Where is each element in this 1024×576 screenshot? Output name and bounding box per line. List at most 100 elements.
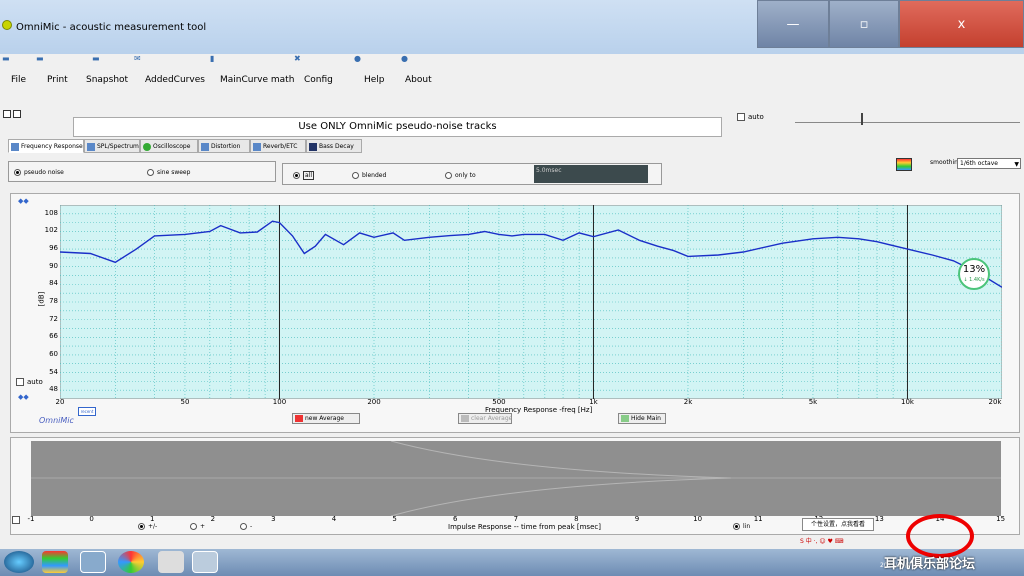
delay-field[interactable]: 5.0msec	[534, 165, 648, 183]
menu-maincurve-math[interactable]: MainCurve math	[220, 75, 294, 85]
clear-icon	[461, 415, 469, 422]
smoothing-select[interactable]: 1/6th octave ▼	[957, 158, 1021, 169]
radio-only-to[interactable]: only to	[445, 172, 476, 179]
x-tick-label: 1k	[589, 398, 598, 406]
scroll-arrows-icon[interactable]: ◆◆	[18, 393, 29, 401]
frequency-chart-svg[interactable]	[60, 205, 1002, 399]
impulse-tick-label: 0	[89, 515, 94, 523]
media-player-icon[interactable]	[42, 551, 68, 573]
menu-file[interactable]: File	[11, 75, 26, 85]
menu-addedcurves[interactable]: AddedCurves	[145, 75, 205, 85]
reverb-icon	[253, 143, 261, 151]
y-tick-label: 66	[49, 332, 58, 341]
impulse-tick-label: 8	[574, 515, 579, 523]
x-tick-label: 50	[180, 398, 190, 406]
help-icon[interactable]: ●	[354, 54, 361, 63]
radio-minus[interactable]: -	[240, 523, 252, 530]
impulse-plot[interactable]	[31, 440, 1001, 517]
chrome-icon[interactable]	[118, 551, 144, 573]
minimize-button[interactable]: —	[757, 0, 829, 48]
radio-plus[interactable]: +	[190, 523, 205, 530]
radio-lin[interactable]: lin	[733, 523, 750, 530]
maximize-button[interactable]: ▫	[829, 0, 899, 48]
impulse-label: Impulse Response -- time from peak [msec…	[448, 523, 601, 531]
hide-main-button[interactable]: Hide Main	[618, 413, 666, 424]
tab-distortion[interactable]: Distortion	[198, 139, 250, 153]
tab-oscilloscope[interactable]: Oscilloscope	[140, 139, 198, 153]
x-tick-label: 200	[367, 398, 381, 406]
zoom-arrows-icon[interactable]: ◆◆	[18, 197, 29, 205]
calculator-icon[interactable]: ▮	[210, 54, 214, 63]
slider-thumb[interactable]	[861, 113, 863, 125]
menu-about[interactable]: About	[405, 75, 432, 85]
envelope-icon[interactable]: ✉	[134, 54, 141, 63]
radio-pseudo-noise[interactable]: pseudo noise	[14, 169, 64, 176]
y-tick-label: 72	[49, 314, 58, 323]
frequency-plot[interactable]	[60, 205, 1002, 399]
menu-print[interactable]: Print	[47, 75, 68, 85]
y-tick-label: 96	[49, 244, 58, 253]
frequency-icon	[11, 143, 19, 151]
tab-reverb-etc[interactable]: Reverb/ETC	[250, 139, 306, 153]
impulse-auto-checkbox[interactable]	[12, 515, 23, 524]
spectrum-icon	[87, 143, 95, 151]
menu-snapshot[interactable]: Snapshot	[86, 75, 128, 85]
close-button[interactable]: x	[899, 0, 1024, 48]
tab-bass-decay[interactable]: Bass Decay	[306, 139, 362, 153]
radio-all[interactable]: all	[293, 171, 315, 180]
menu-config[interactable]: Config	[304, 75, 333, 85]
x-tick-label: 500	[492, 398, 506, 406]
distortion-icon	[201, 143, 209, 151]
clear-average-button[interactable]: clear Average	[458, 413, 512, 424]
watermark-ring	[906, 514, 974, 558]
download-speed: ↓ 1.4K/s	[963, 277, 985, 283]
notice-banner: Use ONLY OmniMic pseudo-noise tracks	[73, 117, 722, 137]
legend-recent[interactable]: recent	[78, 407, 96, 416]
y-tick-label: 108	[44, 208, 58, 217]
tab-spl-spectrum[interactable]: SPL/Spectrum	[84, 139, 140, 153]
menu-help[interactable]: Help	[364, 75, 385, 85]
impulse-tick-label: 13	[874, 515, 884, 523]
x-tick-label: 20	[55, 398, 65, 406]
y-axis-label: [dB]	[37, 291, 46, 307]
impulse-tick-label: 5	[392, 515, 397, 523]
radio-plus-minus[interactable]: +/-	[138, 523, 157, 530]
tab-frequency-response[interactable]: Frequency Response	[8, 139, 84, 153]
radio-blended[interactable]: blended	[352, 172, 386, 179]
impulse-tick-label: 3	[271, 515, 276, 523]
tools-icon[interactable]: ✖	[294, 54, 301, 63]
info-icon[interactable]: ●	[401, 54, 408, 63]
color-picker-icon[interactable]	[896, 158, 912, 171]
impulse-tick-label: 2	[210, 515, 216, 523]
y-tick-label: 90	[49, 261, 58, 270]
window-title: OmniMic - acoustic measurement tool	[16, 22, 207, 33]
printer-icon[interactable]: ▬	[36, 54, 44, 63]
ie-browser-icon[interactable]	[80, 551, 106, 573]
radio-sine-sweep[interactable]: sine sweep	[147, 169, 190, 176]
x-tick-label: 20k	[988, 398, 1002, 406]
settings-tooltip: 个性设置，点我看看	[802, 518, 874, 531]
impulse-tick-label: -1	[27, 515, 35, 523]
impulse-envelope-svg	[31, 440, 1001, 517]
x-tick-label: 5k	[808, 398, 818, 406]
level-slider[interactable]	[795, 113, 1020, 125]
auto-checkbox[interactable]: auto	[737, 113, 764, 121]
network-speed-badge[interactable]: 13% ↓ 1.4K/s	[958, 258, 990, 290]
start-button-icon[interactable]	[4, 551, 34, 573]
play-icon[interactable]	[3, 110, 11, 118]
foxmail-icon[interactable]	[158, 551, 184, 573]
y-tick-label: 60	[49, 349, 58, 358]
auto-scale-checkbox[interactable]: auto	[16, 378, 43, 386]
folder-icon[interactable]: ▬	[2, 54, 10, 63]
omnimic-taskbar-icon[interactable]	[192, 551, 218, 573]
new-average-button[interactable]: new Average	[292, 413, 360, 424]
oscilloscope-icon	[143, 143, 151, 151]
y-tick-label: 102	[44, 226, 58, 235]
chevron-down-icon: ▼	[1014, 161, 1019, 168]
camera-icon[interactable]: ▬	[92, 54, 100, 63]
x-tick-label: 10k	[900, 398, 914, 406]
impulse-tick-label: 9	[634, 515, 640, 523]
step-icon[interactable]	[13, 110, 21, 118]
ime-toolbar[interactable]: S 中 ·, ☺ ♥ ⌨	[800, 536, 870, 547]
toolbar-icons: ▬ ▬ ▬ ✉ ▮ ✖ ● ●	[0, 54, 760, 66]
